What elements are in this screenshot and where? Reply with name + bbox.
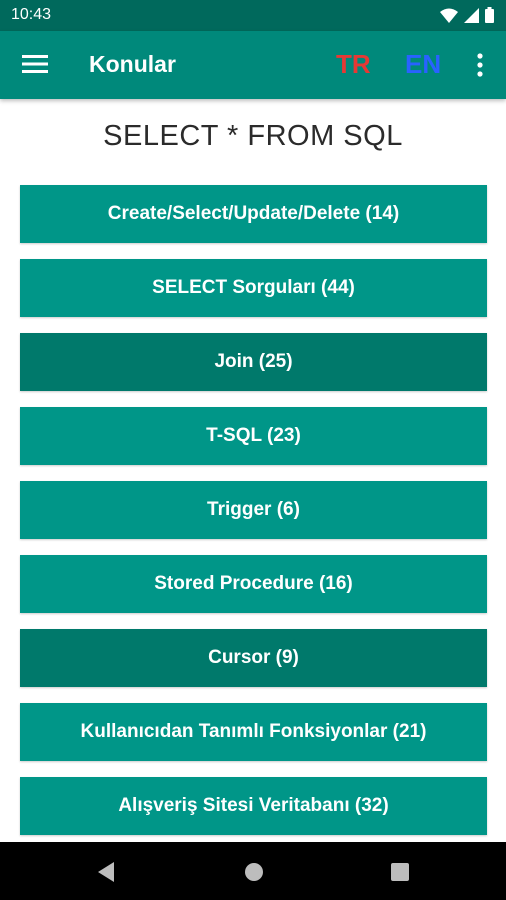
topic-button-join[interactable]: Join (25)	[20, 333, 487, 391]
topic-button-stored-procedure[interactable]: Stored Procedure (16)	[20, 555, 487, 613]
recents-icon[interactable]	[391, 863, 409, 881]
system-nav-bar	[0, 842, 506, 900]
topic-list: Create/Select/Update/Delete (14) SELECT …	[0, 0, 506, 842]
topic-button-tsql[interactable]: T-SQL (23)	[20, 407, 487, 465]
back-icon[interactable]	[96, 861, 116, 883]
home-icon[interactable]	[244, 862, 264, 882]
topic-button-user-defined-functions[interactable]: Kullanıcıdan Tanımlı Fonksiyonlar (21)	[20, 703, 487, 761]
topic-button-shopping-site-database[interactable]: Alışveriş Sitesi Veritabanı (32)	[20, 777, 487, 835]
topic-button-cursor[interactable]: Cursor (9)	[20, 629, 487, 687]
topic-button-crud[interactable]: Create/Select/Update/Delete (14)	[20, 185, 487, 243]
topic-button-select-queries[interactable]: SELECT Sorguları (44)	[20, 259, 487, 317]
topic-button-trigger[interactable]: Trigger (6)	[20, 481, 487, 539]
